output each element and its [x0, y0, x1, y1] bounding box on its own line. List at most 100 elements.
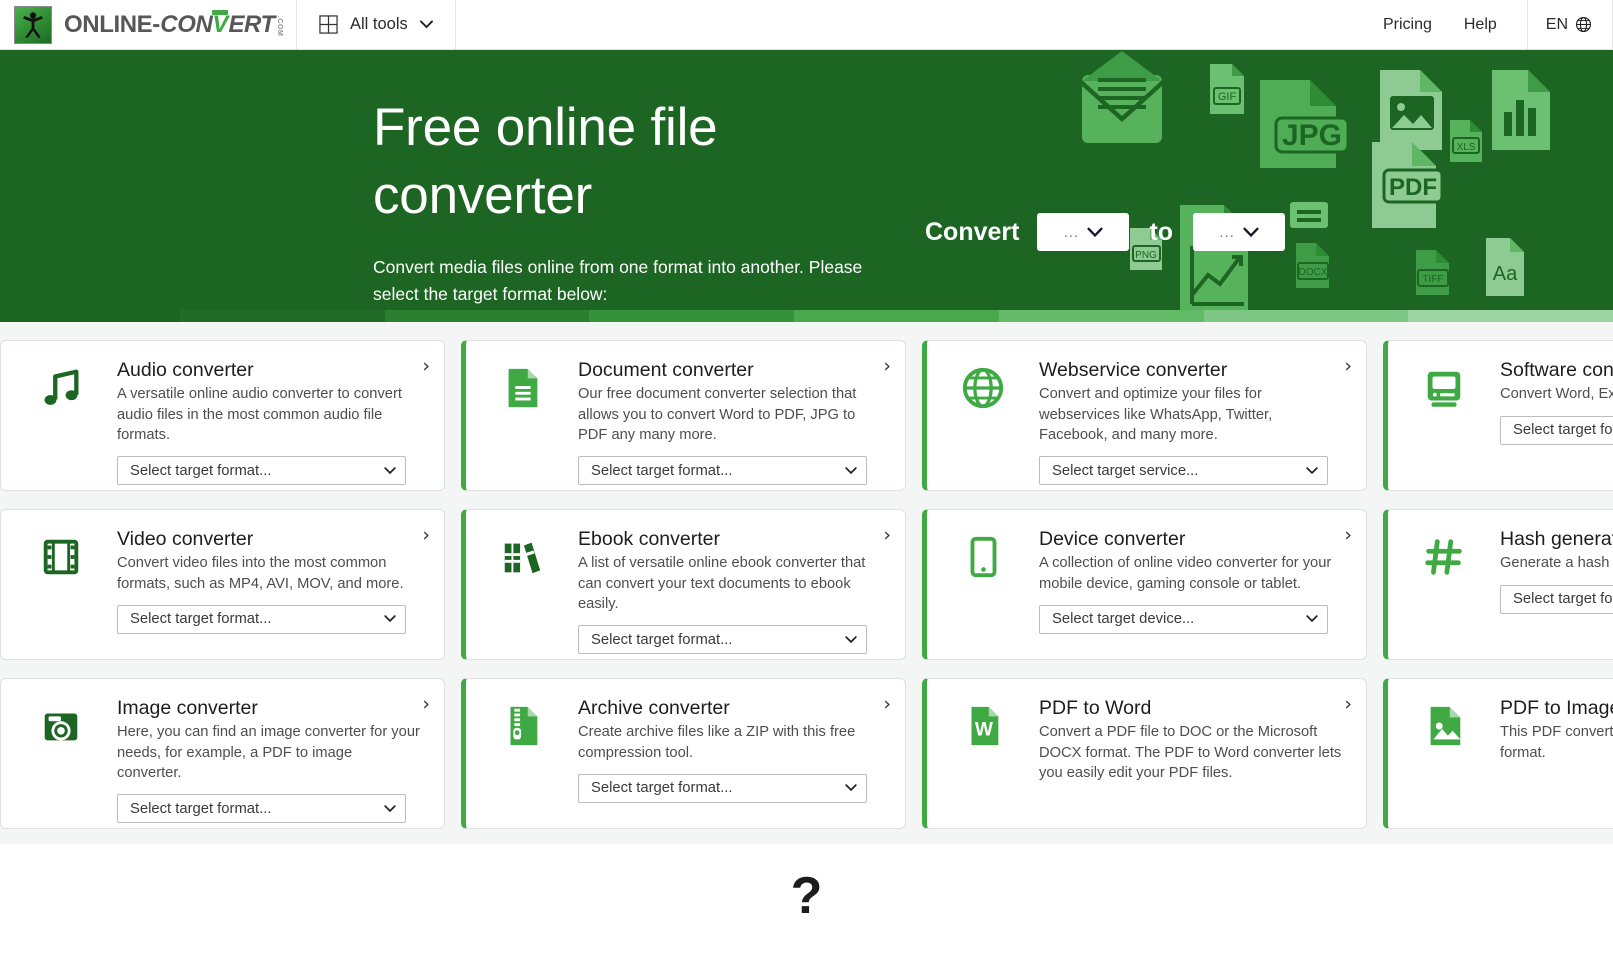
card-select-value: Select target format... [591, 632, 732, 648]
chevron-down-icon [1306, 613, 1318, 625]
target-format-value: ... [1219, 224, 1235, 241]
chevron-down-icon [420, 20, 433, 29]
converter-card[interactable]: WPDF to WordConvert a PDF file to DOC or… [922, 678, 1367, 829]
nav-link-help[interactable]: Help [1448, 0, 1513, 49]
globe-icon [1575, 16, 1592, 33]
card-chevron-right-icon[interactable]: › [1344, 695, 1352, 714]
card-target-format-select[interactable]: Select target format... [578, 456, 867, 485]
card-target-format-select[interactable]: Select target format... [1500, 585, 1613, 614]
strip-segment [180, 310, 385, 322]
converter-card[interactable]: Ebook converterA list of versatile onlin… [461, 509, 906, 660]
card-target-format-select[interactable]: Select target format... [117, 794, 406, 823]
card-chevron-right-icon[interactable]: › [883, 357, 891, 376]
card-target-format-select[interactable]: Select target format... [578, 625, 867, 654]
card-target-format-select[interactable]: Select target device... [1039, 605, 1328, 634]
card-title: Hash generator [1500, 528, 1613, 550]
converter-card[interactable]: Software converterConvert Word, Excel, a… [1383, 340, 1613, 491]
document-lines-icon [499, 365, 545, 411]
card-chevron-right-icon[interactable]: › [422, 357, 430, 376]
card-target-format-select[interactable]: Select target format... [117, 456, 406, 485]
converter-card-cell: Webservice converterConvert and optimize… [922, 340, 1383, 509]
footer-help-section: ? [0, 844, 1613, 957]
strip-segment [794, 310, 999, 322]
converter-card-cell: Device converterA collection of online v… [922, 509, 1383, 678]
chevron-down-icon [1306, 465, 1318, 477]
card-icon-wrap [1388, 359, 1500, 490]
card-description: A collection of online video converter f… [1039, 553, 1342, 594]
card-description: Our free document converter selection th… [578, 384, 881, 445]
card-target-format-select[interactable]: Select target format... [1500, 416, 1613, 445]
strip-segment [1204, 310, 1409, 322]
converter-card[interactable]: Device converterA collection of online v… [922, 509, 1367, 660]
logo-badge-icon [14, 6, 52, 44]
music-note-icon [38, 365, 84, 411]
card-select-value: Select target service... [1052, 463, 1198, 479]
card-title: Software converter [1500, 359, 1613, 381]
converter-card-cell: Image converterHere, you can find an ima… [0, 678, 461, 844]
card-title: PDF to Word [1039, 697, 1342, 719]
site-logo[interactable]: ONLINE-CONVERT.COM [0, 0, 297, 49]
converter-card[interactable]: Image converterHere, you can find an ima… [0, 678, 445, 829]
hero-gradient-strip [0, 310, 1613, 322]
card-icon-wrap [466, 359, 578, 490]
converter-card-cell: Archive converterCreate archive files li… [461, 678, 922, 844]
converter-card[interactable]: Hash generatorGenerate a hash generator.… [1383, 509, 1613, 660]
converter-card-cell: Document converterOur free document conv… [461, 340, 922, 509]
chevron-down-icon [384, 613, 396, 625]
card-icon-wrap [5, 528, 117, 659]
card-select-value: Select target format... [591, 780, 732, 796]
card-chevron-right-icon[interactable]: › [883, 695, 891, 714]
converter-card[interactable]: Audio converterA versatile online audio … [0, 340, 445, 491]
card-chevron-right-icon[interactable]: › [1344, 357, 1352, 376]
converter-card[interactable]: PDF to ImageThis PDF converter text docu… [1383, 678, 1613, 829]
card-title: Image converter [117, 697, 420, 719]
card-description: A versatile online audio converter to co… [117, 384, 420, 445]
hero-content: Free online file converter Convert media… [0, 50, 1613, 322]
svg-text:W: W [975, 720, 994, 741]
card-target-format-select[interactable]: Select target service... [1039, 456, 1328, 485]
converter-card[interactable]: Webservice converterConvert and optimize… [922, 340, 1367, 491]
card-select-value: Select target format... [130, 463, 271, 479]
source-format-select[interactable]: ... [1037, 213, 1129, 251]
card-body: Image converterHere, you can find an ima… [117, 697, 426, 828]
card-icon-wrap [466, 697, 578, 828]
card-chevron-right-icon[interactable]: › [883, 526, 891, 545]
globe-icon [960, 365, 1006, 411]
card-chevron-right-icon[interactable]: › [422, 695, 430, 714]
card-target-format-select[interactable]: Select target format... [117, 605, 406, 634]
converter-card-cell: Video converterConvert video files into … [0, 509, 461, 678]
tablet-icon [960, 534, 1006, 580]
card-target-format-select[interactable]: Select target format... [578, 774, 867, 803]
converter-card[interactable]: Video converterConvert video files into … [0, 509, 445, 660]
strip-segment [1408, 310, 1613, 322]
target-format-select[interactable]: ... [1193, 213, 1285, 251]
card-title: Ebook converter [578, 528, 881, 550]
card-chevron-right-icon[interactable]: › [1344, 526, 1352, 545]
card-icon-wrap [927, 528, 1039, 659]
word-file-icon: W [960, 703, 1006, 749]
film-strip-icon [38, 534, 84, 580]
all-tools-menu[interactable]: All tools [297, 0, 456, 49]
hero-convert-widget: Convert ... to ... [925, 213, 1285, 251]
converter-card[interactable]: Document converterOur free document conv… [461, 340, 906, 491]
converter-card[interactable]: Archive converterCreate archive files li… [461, 678, 906, 829]
language-selector[interactable]: EN [1527, 0, 1613, 49]
books-icon [499, 534, 545, 580]
strip-segment [589, 310, 794, 322]
card-icon-wrap [1388, 697, 1500, 828]
chevron-down-icon [845, 782, 857, 794]
hero-subtitle: Convert media files online from one form… [373, 254, 893, 308]
converter-card-grid: Audio converterA versatile online audio … [0, 340, 1613, 844]
logo-part-dash: - [152, 13, 160, 37]
card-select-value: Select target format... [130, 801, 271, 817]
zip-file-icon [499, 703, 545, 749]
logo-part-con: CON [160, 13, 212, 37]
card-select-value: Select target format... [591, 463, 732, 479]
convert-label: Convert [925, 218, 1019, 247]
card-chevron-right-icon[interactable]: › [422, 526, 430, 545]
card-select-value: Select target format... [1513, 591, 1613, 607]
nav-link-pricing[interactable]: Pricing [1367, 0, 1448, 49]
card-icon-wrap [927, 359, 1039, 490]
card-body: Webservice converterConvert and optimize… [1039, 359, 1348, 490]
converter-card-cell: PDF to ImageThis PDF converter text docu… [1383, 678, 1613, 844]
